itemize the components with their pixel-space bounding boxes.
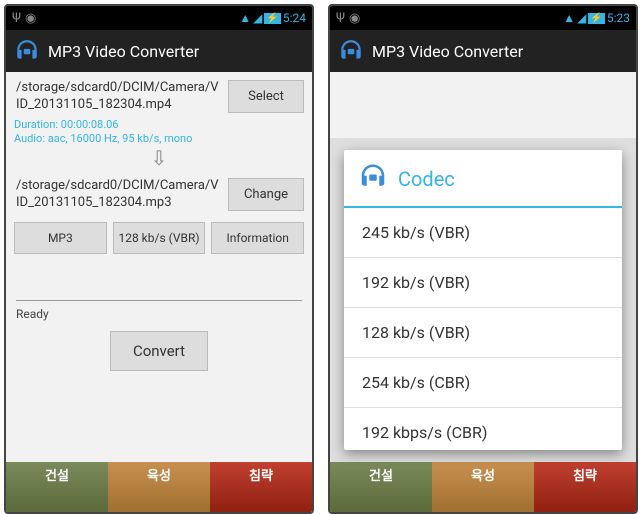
android-icon: ◉ [349, 11, 360, 26]
ad-cell-3[interactable]: 침략 [210, 462, 312, 512]
status-text: Ready [6, 301, 312, 327]
app-bar: MP3 Video Converter [330, 30, 636, 72]
clock: 5:24 [283, 11, 306, 25]
convert-button[interactable]: Convert [110, 331, 208, 371]
ad-cell-3[interactable]: 침략 [534, 462, 636, 512]
meta-duration: Duration: 00:00:08.06 [6, 118, 312, 132]
codec-option[interactable]: 128 kb/s (VBR) [344, 308, 622, 358]
battery-icon: ⚡ [588, 13, 604, 24]
app-title: MP3 Video Converter [48, 42, 199, 61]
dialog-title: Codec [398, 167, 455, 191]
arrow-down-icon: ⇩ [6, 146, 312, 170]
dialog-icon [358, 162, 388, 196]
format-button[interactable]: MP3 [14, 222, 107, 254]
phone-dialog: Ψ ◉ ▲ ◢ ⚡ 5:23 MP3 Video Converter Codec… [328, 4, 638, 514]
signal-icon: ◢ [253, 11, 262, 25]
app-icon [14, 38, 40, 64]
usb-icon: Ψ [336, 11, 345, 26]
ad-banner[interactable]: 건설 육성 침략 [6, 462, 312, 512]
ad-cell-1[interactable]: 건설 [330, 462, 432, 512]
clock: 5:23 [607, 11, 630, 25]
codec-option[interactable]: 192 kbps/s (CBR) [344, 408, 622, 450]
dialog-header: Codec [344, 150, 622, 208]
ad-cell-2[interactable]: 육성 [108, 462, 210, 512]
ad-banner[interactable]: 건설 육성 침략 [330, 462, 636, 512]
main-content-dimmed: Codec 245 kb/s (VBR) 192 kb/s (VBR) 128 … [330, 72, 636, 512]
meta-audio: Audio: aac, 16000 Hz, 95 kb/s, mono [6, 132, 312, 146]
app-icon [338, 38, 364, 64]
phone-main: Ψ ◉ ▲ ◢ ⚡ 5:24 MP3 Video Converter /stor… [4, 4, 314, 514]
app-title: MP3 Video Converter [372, 42, 523, 61]
dest-path: /storage/sdcard0/DCIM/Camera/VID_2013110… [16, 178, 220, 212]
wifi-icon: ▲ [563, 11, 575, 25]
information-button[interactable]: Information [211, 222, 304, 254]
status-bar: Ψ ◉ ▲ ◢ ⚡ 5:24 [6, 6, 312, 30]
usb-icon: Ψ [12, 11, 21, 26]
battery-icon: ⚡ [264, 13, 280, 24]
change-button[interactable]: Change [228, 178, 304, 211]
source-path: /storage/sdcard0/DCIM/Camera/VID_2013110… [16, 80, 220, 114]
codec-option[interactable]: 245 kb/s (VBR) [344, 208, 622, 258]
bitrate-button[interactable]: 128 kb/s (VBR) [113, 222, 206, 254]
select-button[interactable]: Select [228, 80, 304, 113]
signal-icon: ◢ [577, 11, 586, 25]
android-icon: ◉ [25, 11, 36, 26]
wifi-icon: ▲ [239, 11, 251, 25]
ad-cell-1[interactable]: 건설 [6, 462, 108, 512]
main-content: /storage/sdcard0/DCIM/Camera/VID_2013110… [6, 72, 312, 512]
ad-cell-2[interactable]: 육성 [432, 462, 534, 512]
app-bar: MP3 Video Converter [6, 30, 312, 72]
codec-dialog: Codec 245 kb/s (VBR) 192 kb/s (VBR) 128 … [344, 150, 622, 450]
dialog-list: 245 kb/s (VBR) 192 kb/s (VBR) 128 kb/s (… [344, 208, 622, 450]
codec-option[interactable]: 254 kb/s (CBR) [344, 358, 622, 408]
codec-option[interactable]: 192 kb/s (VBR) [344, 258, 622, 308]
status-bar: Ψ ◉ ▲ ◢ ⚡ 5:23 [330, 6, 636, 30]
